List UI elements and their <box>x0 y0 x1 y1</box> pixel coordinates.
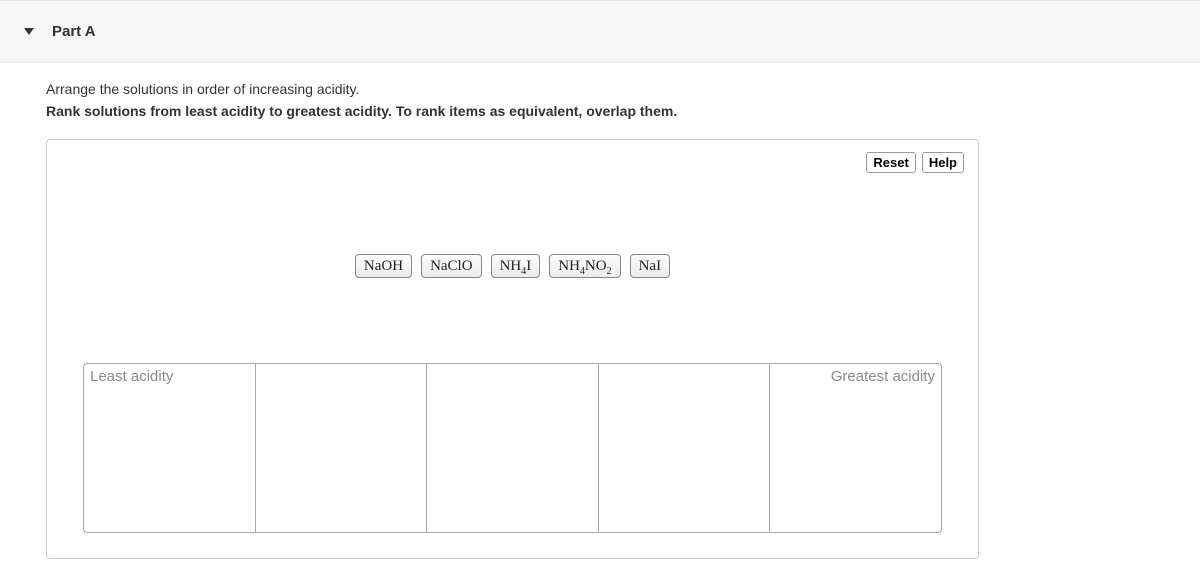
chip-nai[interactable]: NaI <box>630 254 671 278</box>
least-label: Least acidity <box>90 368 173 385</box>
instructions-text: Rank solutions from least acidity to gre… <box>46 103 1154 119</box>
chips-row: NaOH NaClO NH4I NH4NO2 NaI <box>47 254 978 278</box>
bin-1[interactable]: Least acidity <box>83 363 255 533</box>
greatest-label: Greatest acidity <box>831 368 935 385</box>
chip-nh4i[interactable]: NH4I <box>491 254 541 278</box>
part-title: Part A <box>52 23 96 40</box>
bins-row: Least acidity Greatest acidity <box>83 363 942 533</box>
content-area: Arrange the solutions in order of increa… <box>0 63 1200 559</box>
chip-naoh[interactable]: NaOH <box>355 254 412 278</box>
question-container: Part A Arrange the solutions in order of… <box>0 0 1200 583</box>
bin-4[interactable] <box>598 363 770 533</box>
bin-2[interactable] <box>255 363 427 533</box>
prompt-text: Arrange the solutions in order of increa… <box>46 81 1154 97</box>
reset-button[interactable]: Reset <box>866 152 915 173</box>
bin-3[interactable] <box>426 363 598 533</box>
chip-nh4no2[interactable]: NH4NO2 <box>549 254 620 278</box>
workspace-buttons: Reset Help <box>866 152 964 173</box>
chip-naclo[interactable]: NaClO <box>421 254 482 278</box>
chevron-down-icon <box>24 28 34 35</box>
ranking-workspace: Reset Help NaOH NaClO NH4I NH4NO2 NaI Le… <box>46 139 979 559</box>
bin-5[interactable]: Greatest acidity <box>769 363 942 533</box>
part-header[interactable]: Part A <box>0 1 1200 63</box>
help-button[interactable]: Help <box>922 152 964 173</box>
